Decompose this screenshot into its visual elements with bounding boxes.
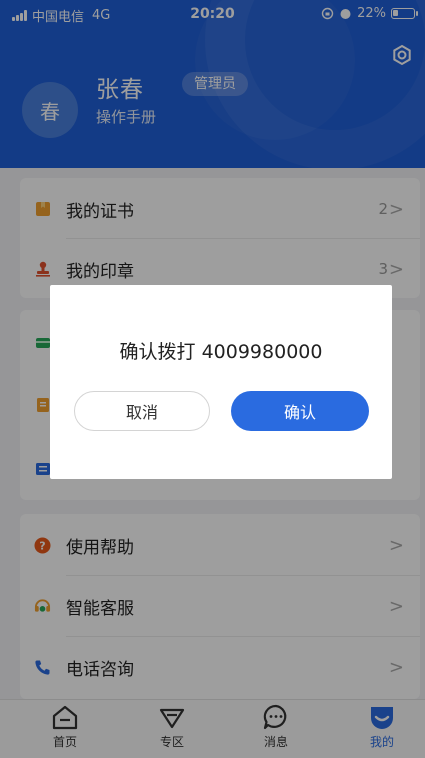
call-confirm-dialog: 确认拨打 4009980000 取消 确认 xyxy=(50,285,392,479)
confirm-button[interactable]: 确认 xyxy=(231,391,369,431)
dialog-message: 确认拨打 4009980000 xyxy=(119,341,323,363)
cancel-button[interactable]: 取消 xyxy=(74,391,210,431)
screen: 中国电信 4G 20:20 22% 春 张春 管理员 操作手册 我的证书 2 >… xyxy=(0,0,425,758)
